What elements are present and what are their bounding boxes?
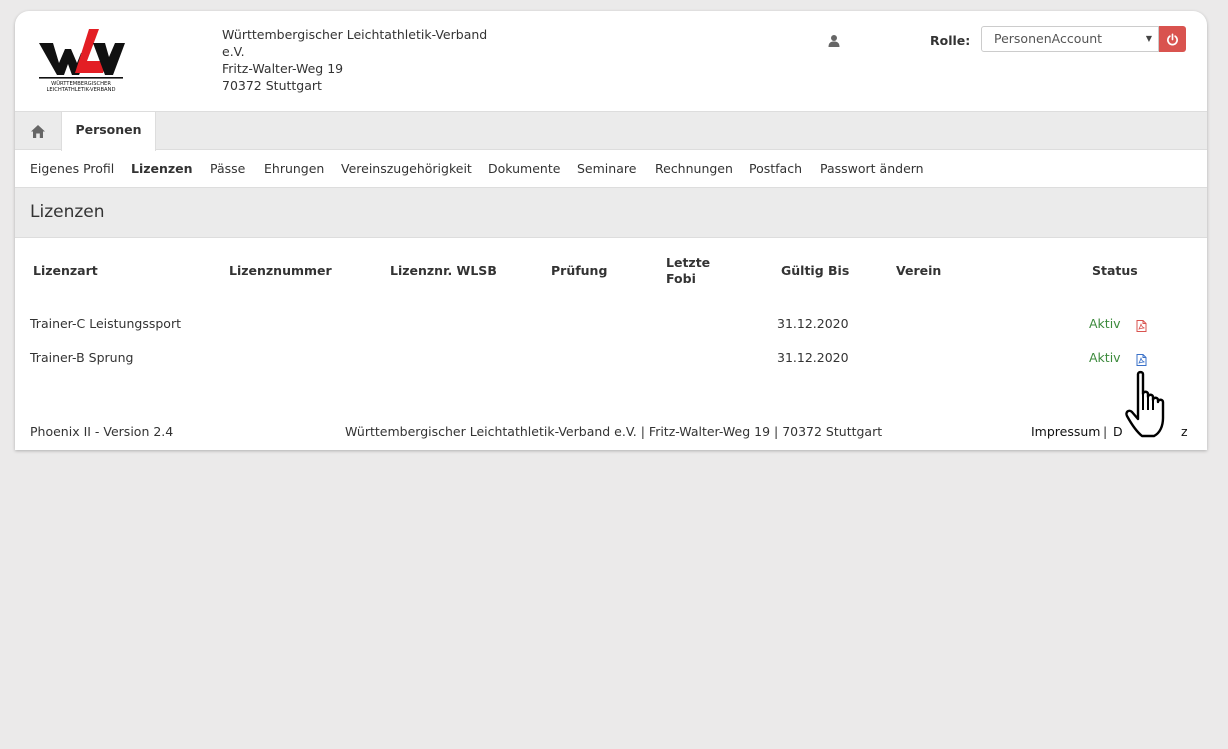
subnav-ehrungen[interactable]: Ehrungen: [264, 161, 324, 176]
col-header-verein[interactable]: Verein: [896, 263, 941, 279]
caret-down-icon: ▼: [1145, 34, 1152, 43]
cell-status: Aktiv: [1089, 316, 1121, 331]
role-select[interactable]: PersonenAccount ▼: [981, 26, 1159, 52]
pdf-icon[interactable]: [1136, 317, 1147, 332]
subnav-seminare[interactable]: Seminare: [577, 161, 636, 176]
subnav-vereinszugehoerigkeit[interactable]: Vereinszugehörigkeit: [341, 161, 472, 176]
pdf-icon[interactable]: [1136, 351, 1147, 366]
org-name-line1: Württembergischer Leichtathletik-Verband: [222, 27, 488, 42]
hand-pointer-cursor-icon: [1124, 370, 1180, 440]
sub-navigation: Eigenes Profil Lizenzen Pässe Ehrungen V…: [15, 150, 1207, 188]
col-header-pruefung[interactable]: Prüfung: [551, 263, 607, 279]
logout-button[interactable]: [1159, 26, 1186, 52]
org-name-line2: e.V.: [222, 44, 245, 59]
power-icon: [1167, 33, 1178, 45]
subnav-postfach[interactable]: Postfach: [749, 161, 802, 176]
org-street: Fritz-Walter-Weg 19: [222, 61, 344, 76]
col-header-lizenznummer[interactable]: Lizenznummer: [229, 263, 332, 279]
header: WÜRTTEMBERGISCHER LEICHTATHLETIK-VERBAND…: [15, 11, 1207, 111]
col-header-lizenznr-wlsb[interactable]: Lizenznr. WLSB: [390, 263, 497, 279]
footer-address: Württembergischer Leichtathletik-Verband…: [345, 424, 883, 439]
footer-version: Phoenix II - Version 2.4: [30, 424, 174, 439]
subnav-lizenzen[interactable]: Lizenzen: [131, 161, 193, 176]
cell-gueltig-bis: 31.12.2020: [777, 316, 849, 331]
col-header-status[interactable]: Status: [1092, 263, 1138, 279]
logo-subtext-2: LEICHTATHLETIK-VERBAND: [47, 87, 116, 93]
col-header-letzte-fobi-line1: Letzte: [666, 255, 711, 270]
cell-lizenzart: Trainer-C Leistungssport: [30, 316, 181, 331]
datenschutz-link-start[interactable]: D: [1113, 424, 1123, 439]
tab-bar: Personen: [15, 111, 1207, 151]
subnav-dokumente[interactable]: Dokumente: [488, 161, 560, 176]
footer-separator: |: [1103, 424, 1108, 439]
col-header-letzte-fobi[interactable]: Letzte Fobi: [666, 255, 710, 287]
org-city: 70372 Stuttgart: [222, 78, 322, 93]
role-select-value: PersonenAccount: [994, 31, 1103, 46]
impressum-link[interactable]: Impressum: [1031, 424, 1100, 439]
col-header-letzte-fobi-line2: Fobi: [666, 271, 696, 286]
org-address: Württembergischer Leichtathletik-Verband…: [222, 26, 487, 94]
page-title: Lizenzen: [30, 202, 105, 222]
cell-lizenzart: Trainer-B Sprung: [30, 350, 134, 365]
subnav-rechnungen[interactable]: Rechnungen: [655, 161, 733, 176]
subnav-eigenes-profil[interactable]: Eigenes Profil: [30, 161, 114, 176]
cell-gueltig-bis: 31.12.2020: [777, 350, 849, 365]
page-card: WÜRTTEMBERGISCHER LEICHTATHLETIK-VERBAND…: [15, 11, 1207, 450]
section-header: Lizenzen: [15, 188, 1207, 238]
role-label: Rolle:: [930, 33, 971, 48]
tab-home[interactable]: [15, 112, 61, 150]
col-header-lizenzart[interactable]: Lizenzart: [33, 263, 98, 279]
wlv-logo-graphic: WÜRTTEMBERGISCHER LEICHTATHLETIK-VERBAND: [39, 29, 125, 93]
user-icon[interactable]: [827, 33, 841, 47]
subnav-paesse[interactable]: Pässe: [210, 161, 245, 176]
home-icon: [31, 124, 45, 138]
datenschutz-link-end[interactable]: z: [1181, 424, 1188, 439]
col-header-gueltig-bis[interactable]: Gültig Bis: [781, 263, 849, 279]
cell-status: Aktiv: [1089, 350, 1121, 365]
tab-personen[interactable]: Personen: [61, 112, 156, 151]
logo-subtext-1: WÜRTTEMBERGISCHER: [51, 80, 111, 87]
subnav-passwort-aendern[interactable]: Passwort ändern: [820, 161, 924, 176]
wlv-logo[interactable]: WÜRTTEMBERGISCHER LEICHTATHLETIK-VERBAND: [37, 27, 125, 97]
